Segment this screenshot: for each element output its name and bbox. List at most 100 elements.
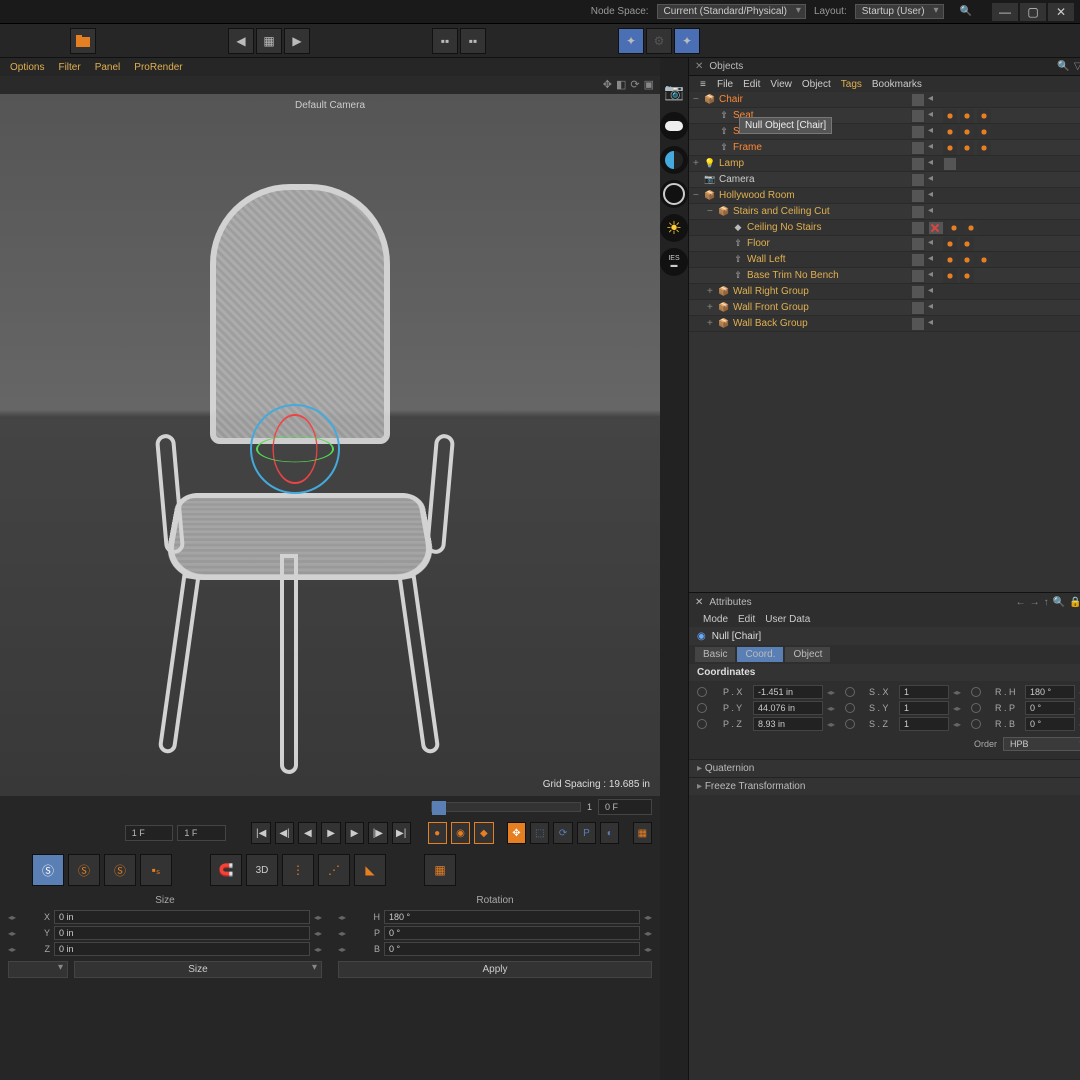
- coord-input[interactable]: [384, 926, 640, 940]
- vp-max-icon[interactable]: ▣: [644, 78, 654, 91]
- node-space-combo[interactable]: Current (Standard/Physical): [657, 4, 806, 19]
- vp-rotate-icon[interactable]: ⟳: [630, 78, 639, 91]
- record-button[interactable]: ●: [428, 822, 447, 844]
- pos-key-button[interactable]: ✥: [507, 822, 526, 844]
- obj-file-menu[interactable]: File: [717, 79, 733, 90]
- vp-panel[interactable]: Panel: [89, 60, 127, 75]
- snap-edge-button[interactable]: ⋰: [318, 854, 350, 886]
- tree-row[interactable]: +📦Wall Front Group◂: [689, 300, 1080, 316]
- apply-button[interactable]: Apply: [338, 961, 652, 978]
- camera-render-button[interactable]: 📷: [660, 78, 688, 106]
- obj-edit-menu[interactable]: Edit: [743, 79, 760, 90]
- obj-object-menu[interactable]: Object: [802, 79, 831, 90]
- tree-row[interactable]: ⇧Wall Left◂: [689, 252, 1080, 268]
- vp-options[interactable]: Options: [4, 60, 50, 75]
- coord-val[interactable]: 1: [899, 685, 949, 699]
- coord-val[interactable]: 0 °: [1025, 717, 1075, 731]
- layout-combo[interactable]: Startup (User): [855, 4, 944, 19]
- close-button[interactable]: ✕: [1048, 3, 1074, 21]
- tree-row[interactable]: +📦Wall Back Group◂: [689, 316, 1080, 332]
- attr-search-icon[interactable]: 🔍: [1053, 597, 1065, 608]
- param-key-button[interactable]: P: [577, 822, 596, 844]
- viewport[interactable]: ✥ ◧ ⟳ ▣ Default Camera Grid Spacing : 19…: [0, 76, 660, 796]
- vp-filter[interactable]: Filter: [52, 60, 86, 75]
- snap-poly-button[interactable]: ◣: [354, 854, 386, 886]
- object-tab[interactable]: Object: [785, 647, 830, 662]
- tree-row[interactable]: ⇧Floor◂: [689, 236, 1080, 252]
- coord-rad[interactable]: [697, 687, 707, 697]
- attr-lock-icon[interactable]: 🔒: [1069, 597, 1080, 608]
- goto-end-button[interactable]: ▶|: [392, 822, 411, 844]
- render-region-button[interactable]: ▪▪: [460, 28, 486, 54]
- light-render-button[interactable]: [660, 112, 688, 140]
- coord-input[interactable]: [384, 910, 640, 924]
- coord-rad[interactable]: [697, 703, 707, 713]
- snap-workplane-button[interactable]: ▦: [424, 854, 456, 886]
- next-key-button[interactable]: |▶: [368, 822, 387, 844]
- coord-rad[interactable]: [845, 687, 855, 697]
- vp-zoom-icon[interactable]: ◧: [616, 78, 626, 91]
- coord-val[interactable]: 8.93 in: [753, 717, 823, 731]
- coord-val[interactable]: 0 °: [1025, 701, 1075, 715]
- render-settings-button[interactable]: ⚙: [646, 28, 672, 54]
- attr-userdata-menu[interactable]: User Data: [765, 614, 810, 625]
- next-button[interactable]: ▶: [284, 28, 310, 54]
- tree-row[interactable]: ⇧Frame◂: [689, 140, 1080, 156]
- snap-auto-button[interactable]: ▪ₛ: [140, 854, 172, 886]
- attr-up-icon[interactable]: ↑: [1044, 597, 1049, 608]
- coord-input[interactable]: [384, 942, 640, 956]
- attr-back-icon[interactable]: ←: [1016, 597, 1026, 608]
- snap-vertex-button[interactable]: ⋮: [282, 854, 314, 886]
- attr-fwd-icon[interactable]: →: [1030, 597, 1040, 608]
- sun-button[interactable]: ☀: [660, 214, 688, 242]
- obj-view-menu[interactable]: View: [770, 79, 792, 90]
- vp-prorender[interactable]: ProRender: [128, 60, 188, 75]
- tree-row[interactable]: −📦Hollywood Room◂: [689, 188, 1080, 204]
- prev-button[interactable]: ◀: [228, 28, 254, 54]
- target-button[interactable]: [660, 180, 688, 208]
- coord-val[interactable]: 180 °: [1025, 685, 1075, 699]
- tree-row[interactable]: 📷Camera◂: [689, 172, 1080, 188]
- coord-input[interactable]: [54, 942, 310, 956]
- tree-row[interactable]: −📦Stairs and Ceiling Cut◂: [689, 204, 1080, 220]
- object-tree[interactable]: Null Object [Chair] −📦Chair◂⇧Seat◂⇧Seat◂…: [689, 92, 1080, 592]
- minimize-button[interactable]: —: [992, 3, 1018, 21]
- maximize-button[interactable]: ▢: [1020, 3, 1046, 21]
- attr-close-icon[interactable]: ✕: [695, 597, 703, 608]
- page-icon[interactable]: ▦: [256, 28, 282, 54]
- coord-rad[interactable]: [845, 703, 855, 713]
- vp-move-icon[interactable]: ✥: [603, 78, 612, 91]
- obj-bookmarks-menu[interactable]: Bookmarks: [872, 79, 922, 90]
- keyframe-button[interactable]: ◆: [474, 822, 493, 844]
- render-queue-button[interactable]: ✦: [674, 28, 700, 54]
- prev-frame-button[interactable]: ◀: [298, 822, 317, 844]
- obj-search-icon[interactable]: 🔍: [1057, 61, 1069, 72]
- goto-start-button[interactable]: |◀: [251, 822, 270, 844]
- halfmoon-button[interactable]: [660, 146, 688, 174]
- play-button[interactable]: ▶: [321, 822, 340, 844]
- quaternion-section[interactable]: Quaternion: [689, 759, 1080, 777]
- pla-key-button[interactable]: ◐: [600, 822, 619, 844]
- coord-input[interactable]: [54, 910, 310, 924]
- prev-key-button[interactable]: ◀|: [275, 822, 294, 844]
- autokey-button[interactable]: ◉: [451, 822, 470, 844]
- dope-sheet-button[interactable]: ▦: [633, 822, 652, 844]
- tree-row[interactable]: ◆Ceiling No Stairs: [689, 220, 1080, 236]
- coord-rad[interactable]: [971, 687, 981, 697]
- tree-row[interactable]: ⇧Base Trim No Bench◂: [689, 268, 1080, 284]
- attr-edit-menu[interactable]: Edit: [738, 614, 755, 625]
- snap-2d-button[interactable]: Ⓢ: [68, 854, 100, 886]
- attr-mode-menu[interactable]: Mode: [703, 614, 728, 625]
- coord-rad[interactable]: [697, 719, 707, 729]
- snap-enable-button[interactable]: Ⓢ: [32, 854, 64, 886]
- objects-close-icon[interactable]: ✕: [695, 61, 703, 72]
- open-button[interactable]: [70, 28, 96, 54]
- objects-tab[interactable]: Objects: [709, 61, 743, 72]
- next-frame-button[interactable]: ▶: [345, 822, 364, 844]
- snap-magnet-button[interactable]: 🧲: [210, 854, 242, 886]
- rotation-gizmo[interactable]: [250, 404, 340, 494]
- frame-start[interactable]: 1 F: [125, 825, 174, 841]
- attributes-tab[interactable]: Attributes: [709, 597, 751, 608]
- search-icon[interactable]: 🔍: [960, 6, 972, 17]
- coord-rad[interactable]: [971, 719, 981, 729]
